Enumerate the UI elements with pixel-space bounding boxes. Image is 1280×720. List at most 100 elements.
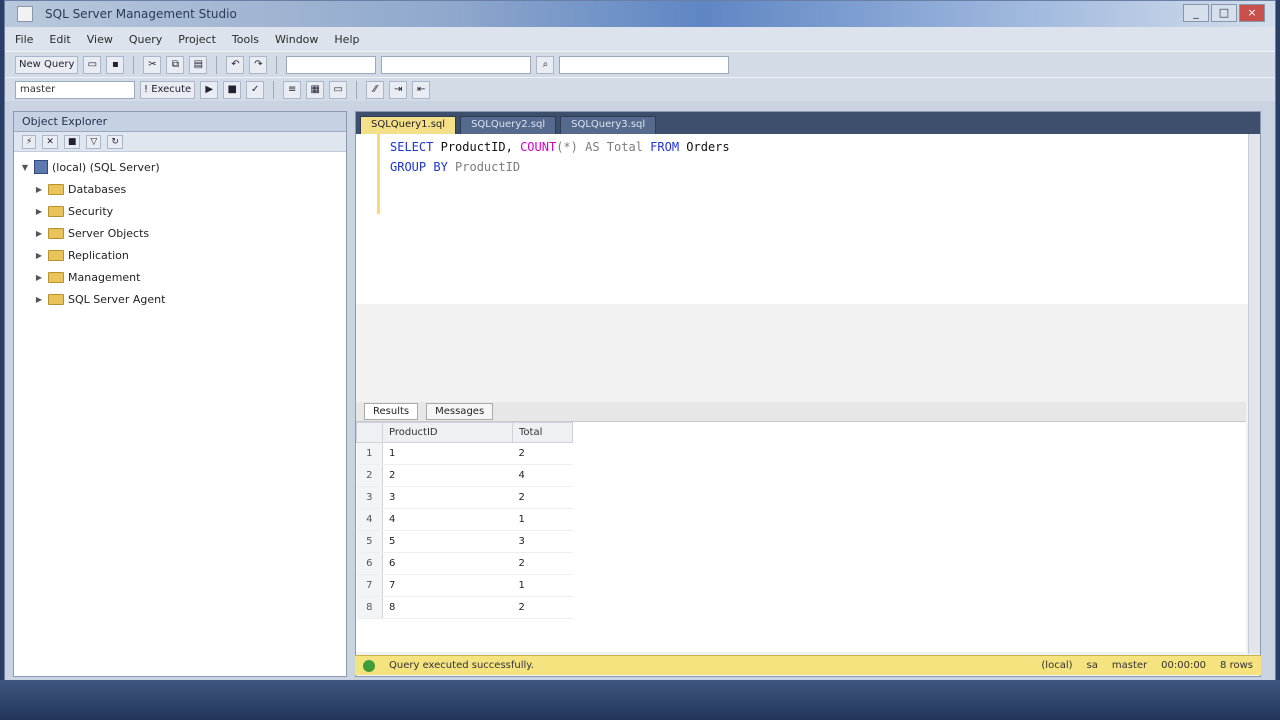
save-icon[interactable]: ▪ [106, 55, 125, 74]
tree-node-replication[interactable]: ▶ Replication [20, 244, 346, 266]
expander-icon[interactable]: ▶ [34, 185, 44, 194]
table-row[interactable]: 662 [356, 552, 573, 575]
tab-query-3[interactable]: SQLQuery3.sql [560, 116, 657, 134]
expander-icon[interactable]: ▶ [34, 229, 44, 238]
grid-cell[interactable]: 4 [382, 508, 513, 531]
connect-icon[interactable]: ⚡ [22, 134, 37, 149]
stop-icon[interactable]: ■ [223, 80, 242, 99]
menu-file[interactable]: File [15, 33, 33, 46]
sql-keyword: FROM [650, 140, 680, 154]
close-button[interactable]: × [1239, 4, 1265, 22]
folder-icon [48, 249, 64, 261]
execute-button[interactable]: ! Execute [140, 80, 196, 99]
database-combo[interactable]: master [15, 80, 135, 99]
column-header[interactable]: Total [512, 422, 573, 443]
grid-cell[interactable]: 3 [382, 486, 513, 509]
table-row[interactable]: 224 [356, 464, 573, 487]
grid-cell[interactable]: 6 [382, 552, 513, 575]
menu-help[interactable]: Help [334, 33, 359, 46]
menu-query[interactable]: Query [129, 33, 162, 46]
expander-icon[interactable]: ▼ [20, 163, 30, 172]
grid-cell[interactable]: 1 [382, 442, 513, 465]
expander-icon[interactable]: ▶ [34, 273, 44, 282]
results-tabstrip: Results Messages [356, 402, 1246, 422]
stop-icon[interactable]: ■ [63, 134, 81, 149]
grid-cell[interactable]: 1 [512, 574, 573, 597]
row-number: 6 [356, 552, 383, 575]
grid-cell[interactable]: 5 [382, 530, 513, 553]
table-row[interactable]: 441 [356, 508, 573, 531]
parse-icon[interactable]: ✓ [246, 80, 265, 99]
grid-cell[interactable]: 2 [512, 552, 573, 575]
grid-cell[interactable]: 2 [512, 596, 573, 619]
tree-node-agent[interactable]: ▶ SQL Server Agent [20, 288, 346, 310]
code-editor[interactable]: SELECT ProductID, COUNT(*) AS Total FROM… [356, 134, 1256, 304]
table-row[interactable]: 882 [356, 596, 573, 619]
row-number: 7 [356, 574, 383, 597]
grid-cell[interactable]: 2 [382, 464, 513, 487]
menu-window[interactable]: Window [275, 33, 318, 46]
editor-scrollbar[interactable] [1248, 134, 1260, 654]
tree-node-databases[interactable]: ▶ Databases [20, 178, 346, 200]
tree-node-security[interactable]: ▶ Security [20, 200, 346, 222]
expander-icon[interactable]: ▶ [34, 207, 44, 216]
indent-icon[interactable]: ⇥ [389, 80, 408, 99]
column-header[interactable]: ProductID [382, 422, 513, 443]
undo-icon[interactable]: ↶ [226, 55, 245, 74]
results-to-text-icon[interactable]: ≡ [283, 80, 302, 99]
results-grid[interactable]: ProductID Total 112 224 332 441 553 662 … [356, 422, 573, 619]
tree-node-server-objects[interactable]: ▶ Server Objects [20, 222, 346, 244]
tree-node-label: (local) (SQL Server) [52, 160, 160, 174]
tab-query-2[interactable]: SQLQuery2.sql [460, 116, 557, 134]
tree-node-management[interactable]: ▶ Management [20, 266, 346, 288]
refresh-icon[interactable]: ↻ [107, 134, 123, 149]
tab-messages[interactable]: Messages [426, 403, 494, 420]
title-bar[interactable]: SQL Server Management Studio _ □ × [5, 1, 1275, 27]
grid-cell[interactable]: 7 [382, 574, 513, 597]
new-query-button[interactable]: New Query [15, 55, 79, 74]
menu-project[interactable]: Project [178, 33, 216, 46]
results-to-file-icon[interactable]: ▭ [329, 80, 348, 99]
grid-cell[interactable]: 8 [382, 596, 513, 619]
tree-node-label: Security [68, 204, 114, 218]
table-row[interactable]: 332 [356, 486, 573, 509]
toolbar-separator [133, 55, 135, 74]
tab-query-1[interactable]: SQLQuery1.sql [360, 116, 457, 134]
grid-cell[interactable]: 2 [512, 442, 573, 465]
debug-icon[interactable]: ▶ [200, 80, 219, 99]
results-to-grid-icon[interactable]: ▦ [306, 80, 325, 99]
sql-identifier: ProductID [455, 160, 521, 174]
table-row[interactable]: 771 [356, 574, 573, 597]
cut-icon[interactable]: ✂ [143, 55, 162, 74]
redo-icon[interactable]: ↷ [249, 55, 268, 74]
find-icon[interactable]: ⌕ [536, 55, 555, 74]
expander-icon[interactable]: ▶ [34, 295, 44, 304]
row-number: 1 [356, 442, 383, 465]
folder-icon [48, 271, 64, 283]
tree-node-server[interactable]: ▼ (local) (SQL Server) [20, 156, 346, 178]
solution-config-combo[interactable] [286, 55, 377, 74]
open-file-icon[interactable]: ▭ [83, 55, 102, 74]
filter-icon[interactable]: ▽ [86, 134, 102, 149]
paste-icon[interactable]: ▤ [189, 55, 208, 74]
grid-cell[interactable]: 1 [512, 508, 573, 531]
disconnect-icon[interactable]: ✕ [42, 134, 58, 149]
menu-edit[interactable]: Edit [49, 33, 70, 46]
expander-icon[interactable]: ▶ [34, 251, 44, 260]
status-user: sa [1086, 660, 1098, 671]
platform-combo[interactable] [381, 55, 532, 74]
copy-icon[interactable]: ⧉ [166, 55, 185, 74]
table-row[interactable]: 553 [356, 530, 573, 553]
grid-cell[interactable]: 2 [512, 486, 573, 509]
find-input[interactable] [559, 55, 730, 74]
grid-cell[interactable]: 4 [512, 464, 573, 487]
menu-tools[interactable]: Tools [232, 33, 259, 46]
grid-cell[interactable]: 3 [512, 530, 573, 553]
outdent-icon[interactable]: ⇤ [412, 80, 431, 99]
comment-icon[interactable]: ⁄⁄ [366, 80, 385, 99]
table-row[interactable]: 112 [356, 442, 573, 465]
tab-results[interactable]: Results [364, 403, 419, 420]
menu-view[interactable]: View [87, 33, 113, 46]
maximize-button[interactable]: □ [1211, 4, 1237, 22]
minimize-button[interactable]: _ [1183, 4, 1209, 22]
